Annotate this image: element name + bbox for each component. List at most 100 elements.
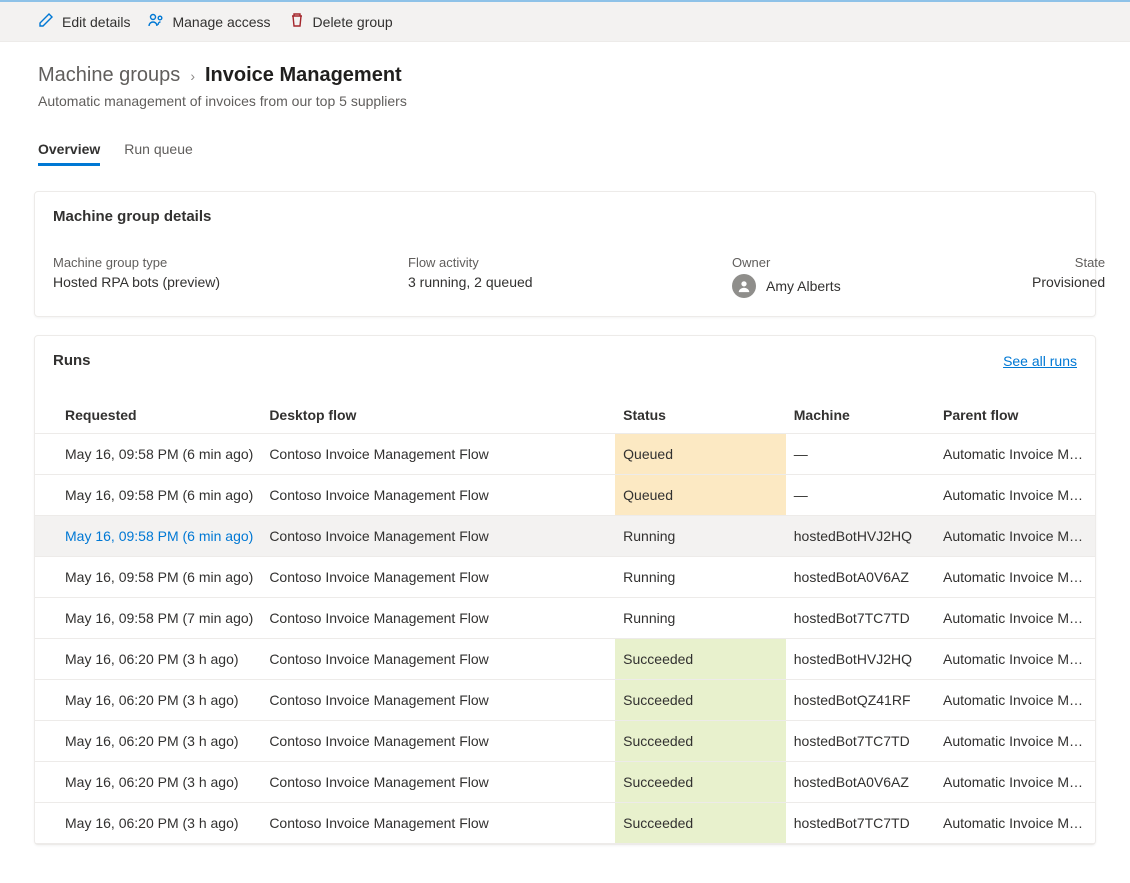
tab-run-queue[interactable]: Run queue xyxy=(124,133,193,166)
cell-machine: hostedBotA0V6AZ xyxy=(786,762,935,803)
detail-type: Machine group type Hosted RPA bots (prev… xyxy=(53,255,408,290)
cell-desktop-flow: Contoso Invoice Management Flow xyxy=(261,516,615,557)
runs-card: Runs See all runs Requested Desktop flow… xyxy=(34,335,1096,845)
cell-parent-flow: Automatic Invoice Manage... xyxy=(935,803,1095,844)
chevron-right-icon: › xyxy=(190,68,195,84)
command-bar: Edit details Manage access Delete group xyxy=(0,0,1130,42)
table-row[interactable]: May 16, 06:20 PM (3 h ago)Contoso Invoic… xyxy=(35,803,1095,844)
cell-machine: hostedBotHVJ2HQ xyxy=(786,639,935,680)
table-row[interactable]: May 16, 09:58 PM (6 min ago)Contoso Invo… xyxy=(35,475,1095,516)
table-row[interactable]: May 16, 06:20 PM (3 h ago)Contoso Invoic… xyxy=(35,762,1095,803)
cell-desktop-flow: Contoso Invoice Management Flow xyxy=(261,475,615,516)
delete-group-button[interactable]: Delete group xyxy=(289,12,393,31)
col-requested[interactable]: Requested xyxy=(35,397,261,434)
cell-parent-flow: Automatic Invoice Manage... xyxy=(935,434,1095,475)
cell-requested: May 16, 09:58 PM (6 min ago) xyxy=(35,475,261,516)
cell-desktop-flow: Contoso Invoice Management Flow xyxy=(261,639,615,680)
details-card-title: Machine group details xyxy=(53,208,1077,225)
cell-desktop-flow: Contoso Invoice Management Flow xyxy=(261,762,615,803)
detail-owner: Owner Amy Alberts xyxy=(732,255,1032,298)
trash-icon xyxy=(289,12,305,31)
detail-type-value: Hosted RPA bots (preview) xyxy=(53,274,408,290)
detail-owner-value: Amy Alberts xyxy=(766,278,841,294)
cell-desktop-flow: Contoso Invoice Management Flow xyxy=(261,598,615,639)
cell-status: Queued xyxy=(615,475,786,516)
see-all-runs-link[interactable]: See all runs xyxy=(1003,353,1077,369)
col-machine[interactable]: Machine xyxy=(786,397,935,434)
manage-access-label: Manage access xyxy=(172,14,270,30)
cell-machine: hostedBotA0V6AZ xyxy=(786,557,935,598)
detail-state-value: Provisioned xyxy=(1032,274,1105,290)
cell-desktop-flow: Contoso Invoice Management Flow xyxy=(261,680,615,721)
cell-parent-flow: Automatic Invoice Manage... xyxy=(935,762,1095,803)
page-description: Automatic management of invoices from ou… xyxy=(38,93,1092,109)
cell-requested: May 16, 06:20 PM (3 h ago) xyxy=(35,762,261,803)
table-row[interactable]: May 16, 09:58 PM (6 min ago)Contoso Invo… xyxy=(35,557,1095,598)
table-row[interactable]: May 16, 06:20 PM (3 h ago)Contoso Invoic… xyxy=(35,680,1095,721)
cell-parent-flow: Automatic Invoice Manage... xyxy=(935,598,1095,639)
edit-details-button[interactable]: Edit details xyxy=(38,12,130,31)
table-row[interactable]: May 16, 09:58 PM (6 min ago)Contoso Invo… xyxy=(35,516,1095,557)
detail-activity-label: Flow activity xyxy=(408,255,732,270)
cell-requested: May 16, 06:20 PM (3 h ago) xyxy=(35,680,261,721)
cell-status: Running xyxy=(615,598,786,639)
col-parent-flow[interactable]: Parent flow xyxy=(935,397,1095,434)
cell-parent-flow: Automatic Invoice Manage... xyxy=(935,475,1095,516)
cell-machine: hostedBot7TC7TD xyxy=(786,721,935,762)
cell-machine: hostedBot7TC7TD xyxy=(786,598,935,639)
page-header: Machine groups › Invoice Management Auto… xyxy=(0,42,1130,133)
cell-requested: May 16, 06:20 PM (3 h ago) xyxy=(35,639,261,680)
people-icon xyxy=(148,12,164,31)
detail-state-label: State xyxy=(1032,255,1105,270)
cell-parent-flow: Automatic Invoice Manage... xyxy=(935,557,1095,598)
cell-machine: hostedBotHVJ2HQ xyxy=(786,516,935,557)
detail-activity-value: 3 running, 2 queued xyxy=(408,274,732,290)
cell-desktop-flow: Contoso Invoice Management Flow xyxy=(261,803,615,844)
cell-requested: May 16, 06:20 PM (3 h ago) xyxy=(35,803,261,844)
cell-machine: hostedBotQZ41RF xyxy=(786,680,935,721)
edit-details-label: Edit details xyxy=(62,14,130,30)
breadcrumb-parent[interactable]: Machine groups xyxy=(38,64,180,87)
cell-parent-flow: Automatic Invoice Manage... xyxy=(935,680,1095,721)
cell-parent-flow: Automatic Invoice Manage... xyxy=(935,721,1095,762)
cell-status: Queued xyxy=(615,434,786,475)
breadcrumb: Machine groups › Invoice Management xyxy=(38,64,1092,87)
cell-desktop-flow: Contoso Invoice Management Flow xyxy=(261,434,615,475)
table-row[interactable]: May 16, 09:58 PM (7 min ago)Contoso Invo… xyxy=(35,598,1095,639)
machine-group-details-card: Machine group details Machine group type… xyxy=(34,191,1096,317)
cell-parent-flow: Automatic Invoice Manage... xyxy=(935,516,1095,557)
cell-desktop-flow: Contoso Invoice Management Flow xyxy=(261,721,615,762)
cell-status: Succeeded xyxy=(615,680,786,721)
cell-machine: hostedBot7TC7TD xyxy=(786,803,935,844)
cell-requested: May 16, 09:58 PM (6 min ago) xyxy=(35,516,261,557)
detail-activity: Flow activity 3 running, 2 queued xyxy=(408,255,732,290)
cell-status: Succeeded xyxy=(615,639,786,680)
table-row[interactable]: May 16, 06:20 PM (3 h ago)Contoso Invoic… xyxy=(35,721,1095,762)
tab-overview[interactable]: Overview xyxy=(38,133,100,166)
tabs: Overview Run queue xyxy=(0,133,1130,167)
edit-icon xyxy=(38,12,54,31)
runs-table: Requested Desktop flow Status Machine Pa… xyxy=(35,397,1095,844)
cell-machine: — xyxy=(786,434,935,475)
breadcrumb-current: Invoice Management xyxy=(205,64,402,87)
detail-state: State Provisioned xyxy=(1032,255,1105,290)
cell-status: Succeeded xyxy=(615,721,786,762)
cell-status: Running xyxy=(615,516,786,557)
cell-requested: May 16, 06:20 PM (3 h ago) xyxy=(35,721,261,762)
cell-desktop-flow: Contoso Invoice Management Flow xyxy=(261,557,615,598)
table-row[interactable]: May 16, 06:20 PM (3 h ago)Contoso Invoic… xyxy=(35,639,1095,680)
table-row[interactable]: May 16, 09:58 PM (6 min ago)Contoso Invo… xyxy=(35,434,1095,475)
cell-machine: — xyxy=(786,475,935,516)
avatar xyxy=(732,274,756,298)
cell-status: Succeeded xyxy=(615,762,786,803)
cell-requested: May 16, 09:58 PM (6 min ago) xyxy=(35,557,261,598)
col-status[interactable]: Status xyxy=(615,397,786,434)
cell-parent-flow: Automatic Invoice Manage... xyxy=(935,639,1095,680)
cell-status: Succeeded xyxy=(615,803,786,844)
cell-status: Running xyxy=(615,557,786,598)
delete-group-label: Delete group xyxy=(313,14,393,30)
detail-type-label: Machine group type xyxy=(53,255,408,270)
col-desktop-flow[interactable]: Desktop flow xyxy=(261,397,615,434)
detail-owner-label: Owner xyxy=(732,255,1032,270)
manage-access-button[interactable]: Manage access xyxy=(148,12,270,31)
